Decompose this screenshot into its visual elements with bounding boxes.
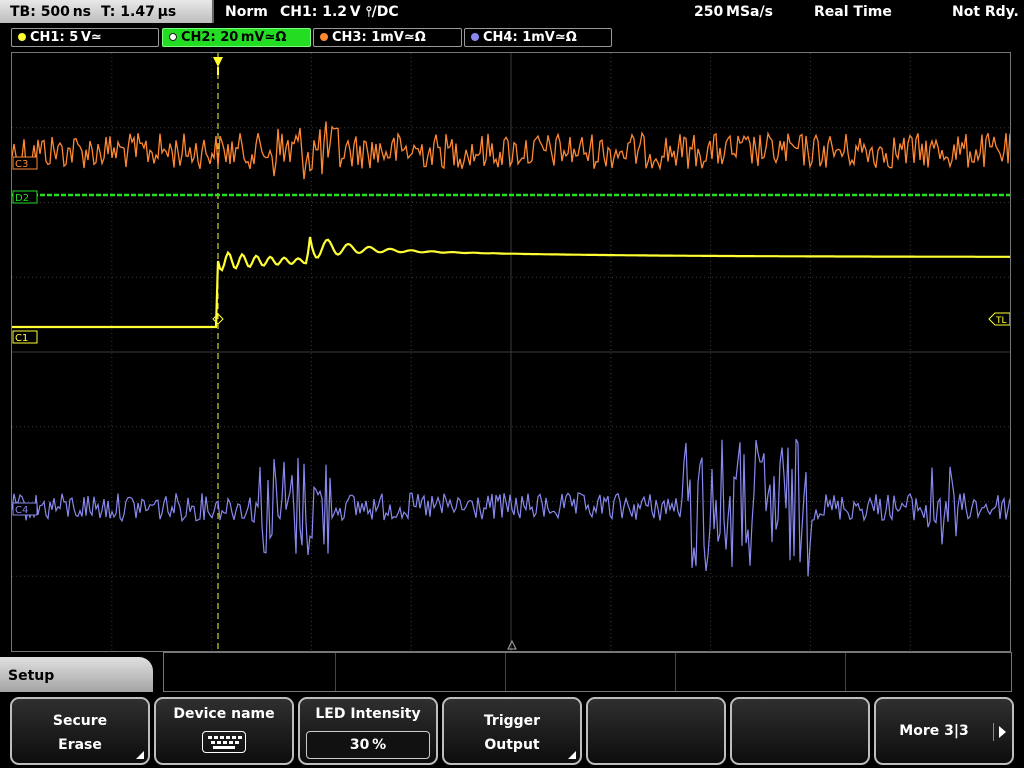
acquisition-mode: Real Time: [814, 4, 892, 20]
led-intensity-value[interactable]: 30 %: [306, 731, 430, 759]
channel-4-label: CH4: 1mV≃Ω: [483, 30, 577, 45]
trigger-marker-stem: [217, 67, 219, 75]
svg-text:C3: C3: [15, 159, 28, 170]
trigger-output-line1: Trigger: [483, 713, 541, 729]
setup-menu-tab[interactable]: Setup: [0, 657, 153, 697]
time-reference-icon: [507, 639, 517, 650]
secure-erase-line2: Erase: [58, 737, 102, 753]
channel-1-button[interactable]: CH1: 5 V≃: [11, 28, 159, 47]
next-page-arrow-icon: [999, 726, 1006, 738]
channel-3-button[interactable]: CH3: 1mV≃Ω: [313, 28, 462, 47]
more-menu-button[interactable]: More 3|3: [874, 697, 1014, 765]
ch1-dot-icon: [18, 33, 26, 41]
submenu-corner-icon: [136, 751, 144, 759]
measurement-strip: [163, 652, 1012, 692]
ch3-marker[interactable]: C3: [12, 156, 38, 170]
status-bar: TB: 500 ns T: 1.47 µs Norm CH1: 1.2 V ⫯/D…: [0, 0, 1024, 24]
ch4-marker[interactable]: C4: [12, 502, 38, 516]
channel-1-label: CH1: 5 V≃: [30, 30, 102, 45]
timebase-box[interactable]: TB: 500 ns T: 1.47 µs: [0, 0, 214, 23]
keyboard-icon: [202, 731, 246, 753]
channel-2-label: CH2: 20 mV≃Ω: [181, 30, 287, 45]
device-name-label: Device name: [173, 706, 275, 722]
led-intensity-label: LED Intensity: [315, 706, 421, 722]
more-menu-label: More 3|3: [899, 723, 969, 739]
timebase-value: TB: 500 ns: [10, 4, 92, 20]
svg-text:TL: TL: [995, 316, 1007, 326]
waveform-display[interactable]: C3 D2 C1 C4 TL: [11, 52, 1011, 652]
channel-3-label: CH3: 1mV≃Ω: [332, 30, 426, 45]
secure-erase-line1: Secure: [52, 713, 108, 729]
trigger-position: T: 1.47 µs: [101, 4, 177, 20]
ch2-dot-icon: [169, 33, 177, 41]
trigger-position-marker-icon[interactable]: [213, 57, 223, 67]
empty-softkey-5[interactable]: [586, 697, 726, 765]
ch4-dot-icon: [471, 33, 479, 41]
device-name-button[interactable]: Device name: [154, 697, 294, 765]
trigger-level-marker[interactable]: TL: [988, 312, 1010, 326]
trigger-output-button[interactable]: Trigger Output: [442, 697, 582, 765]
setup-menu-label: Setup: [8, 668, 55, 684]
ch1-marker[interactable]: C1: [12, 330, 38, 344]
more-divider: [993, 723, 994, 741]
trigger-output-line2: Output: [484, 737, 540, 753]
ch2-marker[interactable]: D2: [12, 190, 38, 204]
svg-text:C4: C4: [15, 505, 28, 516]
trigger-mode[interactable]: Norm: [225, 0, 268, 24]
svg-text:C1: C1: [15, 333, 28, 344]
secure-erase-button[interactable]: Secure Erase: [10, 697, 150, 765]
led-intensity-button[interactable]: LED Intensity 30 %: [298, 697, 438, 765]
svg-text:D2: D2: [15, 193, 29, 204]
channel-4-button[interactable]: CH4: 1mV≃Ω: [464, 28, 612, 47]
channel-2-button[interactable]: CH2: 20 mV≃Ω: [162, 28, 311, 47]
submenu-corner-icon: [568, 751, 576, 759]
ch3-dot-icon: [320, 33, 328, 41]
trigger-source[interactable]: CH1: 1.2 V ⫯/DC: [280, 0, 399, 24]
trigger-status: Not Rdy.: [952, 4, 1019, 20]
sample-rate: 250 MSa/s: [694, 4, 773, 20]
empty-softkey-6[interactable]: [730, 697, 870, 765]
waveform-svg: C3 D2 C1 C4 TL: [12, 53, 1010, 651]
